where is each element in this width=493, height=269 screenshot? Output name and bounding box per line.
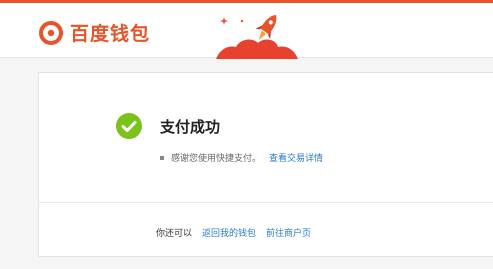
divider xyxy=(39,202,493,203)
success-message-line: 感谢您使用快捷支付。 查看交易详情 xyxy=(160,151,323,164)
rocket-decoration-icon xyxy=(216,15,298,59)
header: 百度钱包 xyxy=(0,3,493,59)
go-to-merchant-link[interactable]: 前往商户页 xyxy=(266,226,311,239)
back-to-wallet-link[interactable]: 返回我的钱包 xyxy=(202,226,256,239)
next-actions: 你还可以 返回我的钱包 前往商户页 xyxy=(156,226,311,239)
next-actions-label: 你还可以 xyxy=(156,229,193,239)
success-message: 感谢您使用快捷支付。 xyxy=(171,154,262,164)
payment-result-card: 支付成功 感谢您使用快捷支付。 查看交易详情 你还可以 返回我的钱包 前往商户页 xyxy=(38,72,493,257)
view-transaction-details-link[interactable]: 查看交易详情 xyxy=(269,151,323,164)
payment-success-title: 支付成功 xyxy=(160,118,221,136)
wallet-logo-icon xyxy=(39,21,63,45)
bullet-icon xyxy=(160,155,164,160)
baidu-wallet-logo[interactable]: 百度钱包 xyxy=(38,17,150,47)
check-circle-icon xyxy=(116,113,142,139)
brand-name: 百度钱包 xyxy=(70,22,151,45)
